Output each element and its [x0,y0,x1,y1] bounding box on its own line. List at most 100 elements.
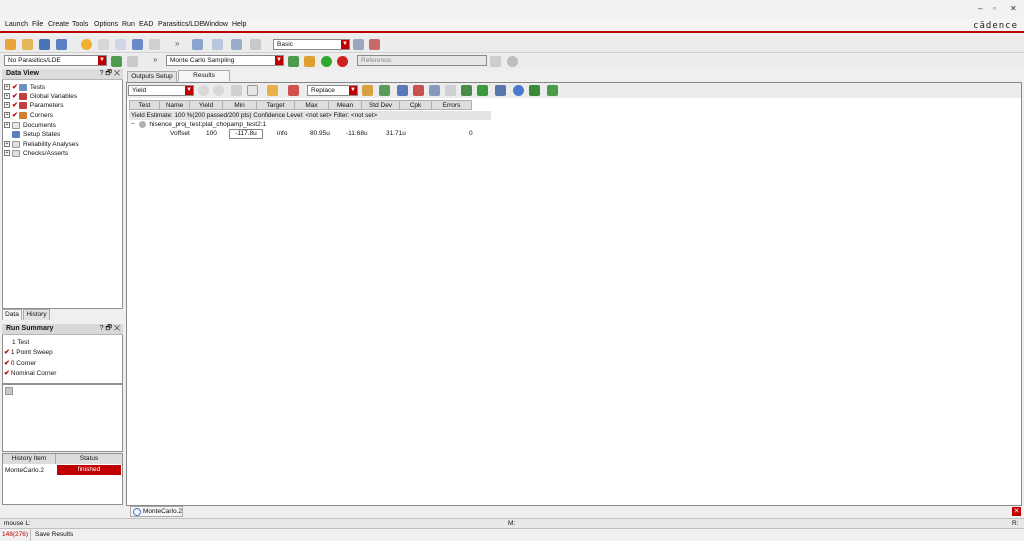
menu-parasitics[interactable]: Parasitics/LDE [158,21,204,28]
reference-browse-icon[interactable] [490,56,501,67]
settings-icon[interactable] [111,56,122,67]
chevron-right-icon[interactable]: » [153,55,164,66]
histogram-icon[interactable] [379,85,390,96]
close-window-button[interactable]: ✕ [1010,4,1017,13]
folder-icon[interactable] [267,85,278,96]
page-icon[interactable] [149,39,160,50]
history-item-name[interactable]: MonteCarlo.2 [5,467,44,474]
list-icon[interactable] [212,39,223,50]
save-as-icon[interactable] [56,39,67,50]
settings-icon[interactable] [362,85,373,96]
chart-icon[interactable] [529,85,540,96]
document-icon[interactable] [115,39,126,50]
replace-select[interactable]: Replace ▼ [307,85,358,96]
col-min[interactable]: Min [222,100,257,110]
monitor-icon[interactable] [461,85,472,96]
search-icon[interactable] [429,85,440,96]
tree-item-reliability[interactable]: + Reliability Analyses [4,140,79,149]
mode-select[interactable]: Basic ▼ [273,39,350,50]
table-row[interactable]: Voffset 100 -117.8u info 80.95u -11.68u … [129,129,491,139]
save-icon[interactable] [39,39,50,50]
expand-icon[interactable]: + [4,93,10,100]
tab-results[interactable]: Results [178,70,230,81]
col-std-dev[interactable]: Std Dev [361,100,400,110]
check-icon[interactable]: ✔ [12,102,18,109]
document-icon[interactable] [445,85,456,96]
tree-item-global-variables[interactable]: + ✔ Global Variables [4,92,77,101]
plot-icon[interactable] [288,85,299,96]
arrow-icon[interactable] [304,56,315,67]
check-icon[interactable]: ✔ [12,84,18,91]
circle-icon[interactable] [213,85,224,96]
col-errors[interactable]: Errors [431,100,472,110]
panel-controls[interactable]: ? 🗗 ✕ [100,69,120,79]
menu-window[interactable]: Window [203,21,228,28]
col-test[interactable]: Test [129,100,160,110]
tab-outputs-setup[interactable]: Outputs Setup [127,71,177,82]
panel-controls[interactable]: ? 🗗 ✕ [100,324,120,334]
menu-launch[interactable]: Launch [5,21,28,28]
grid-icon[interactable] [132,39,143,50]
menu-file[interactable]: File [32,21,43,28]
col-name[interactable]: Name [159,100,190,110]
filter-icon[interactable] [231,85,242,96]
tree-item-checks[interactable]: + Checks/Asserts [4,149,68,158]
expand-icon[interactable]: + [4,102,10,109]
check-icon[interactable]: ✔ [12,112,18,119]
expand-icon[interactable]: + [4,112,10,119]
home-icon[interactable] [192,39,203,50]
tree-item-documents[interactable]: + Documents [4,121,56,130]
table-view-icon[interactable] [247,85,258,96]
tab-history[interactable]: History [23,309,50,320]
run-icon[interactable] [321,56,332,67]
menu-help[interactable]: Help [232,21,246,28]
reference-field[interactable]: Reference: [357,55,487,66]
menu-create[interactable]: Create [48,21,69,28]
col-yield[interactable]: Yield [189,100,223,110]
layout-icon[interactable] [250,39,261,50]
table-icon[interactable] [231,39,242,50]
new-icon[interactable] [5,39,16,50]
circle-icon[interactable] [198,85,209,96]
collapse-icon[interactable]: − [131,121,135,128]
col-target[interactable]: Target [256,100,295,110]
target-icon[interactable] [513,85,524,96]
tree-item-setup-states[interactable]: Setup States [12,130,60,139]
col-max[interactable]: Max [294,100,329,110]
gear-icon[interactable] [507,56,518,67]
chevron-right-icon[interactable]: » [175,39,186,50]
maximize-button[interactable]: ▫ [993,4,996,13]
test-row[interactable]: − hisence_proj_test:plat_chopamp_test2:1 [131,120,266,129]
view-select[interactable]: Yield ▼ [128,85,194,96]
tree-item-corners[interactable]: + ✔ Corners [4,111,53,120]
tool-icon[interactable] [98,39,109,50]
parasitics-select[interactable]: No Parasitics/LDE ▼ [4,55,107,66]
stop-icon[interactable] [337,56,348,67]
clipboard-icon[interactable] [127,56,138,67]
save-results-icon[interactable] [547,85,558,96]
tab-montecarlo[interactable]: MonteCarlo.2 [130,506,183,517]
check-icon[interactable]: ✔ [12,93,18,100]
tab-data[interactable]: Data [2,309,22,320]
tree-item-tests[interactable]: + ✔ Tests [4,83,45,92]
menu-tools[interactable]: Tools [72,21,88,28]
menu-options[interactable]: Options [94,21,118,28]
export-icon[interactable] [413,85,424,96]
expand-icon[interactable]: + [4,141,10,148]
expand-icon[interactable]: + [4,84,10,91]
col-cpk[interactable]: Cpk [399,100,432,110]
add-icon[interactable] [477,85,488,96]
minimize-button[interactable]: – [978,4,982,13]
remove-icon[interactable] [369,39,380,50]
run-mode-select[interactable]: Monte Carlo Sampling ▼ [166,55,284,66]
edit-icon[interactable] [397,85,408,96]
menu-ead[interactable]: EAD [139,21,153,28]
history-icon[interactable] [5,387,13,395]
gear-run-icon[interactable] [81,39,92,50]
cell-min[interactable]: -117.8u [229,129,263,139]
close-icon[interactable]: ✕ [1012,507,1021,516]
open-icon[interactable] [22,39,33,50]
expand-icon[interactable]: + [4,150,10,157]
menu-run[interactable]: Run [122,21,135,28]
run-settings-icon[interactable] [288,56,299,67]
